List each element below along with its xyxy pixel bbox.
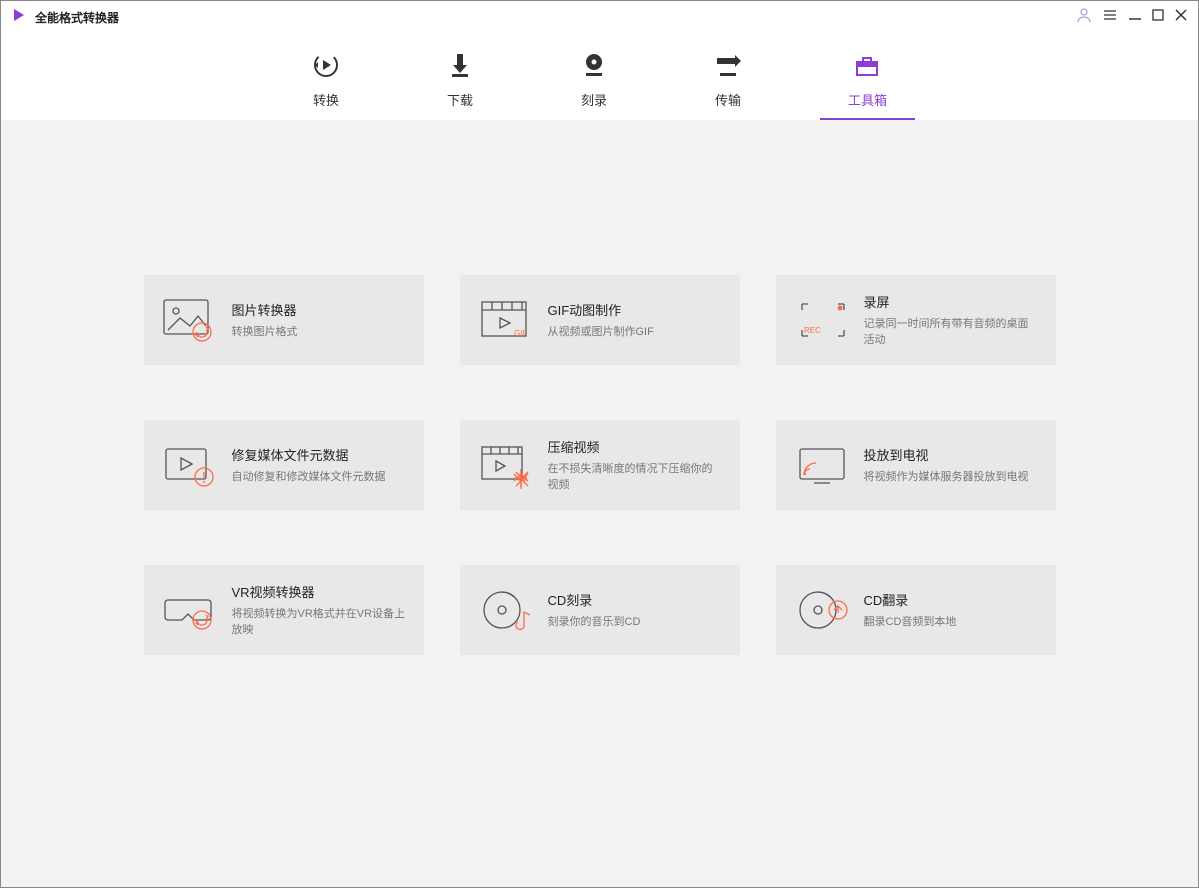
nav-toolbox[interactable]: 工具箱 (830, 33, 905, 120)
tool-title: CD刻录 (548, 590, 722, 609)
user-icon[interactable] (1076, 7, 1092, 28)
menu-icon[interactable] (1102, 7, 1118, 28)
tool-title: 图片转换器 (232, 300, 406, 319)
tool-vr-converter[interactable]: VR视频转换器 将视频转换为VR格式并在VR设备上放映 (144, 565, 424, 655)
image-converter-icon (162, 292, 218, 348)
tool-desc: 在不损失清晰度的情况下压缩你的视频 (548, 462, 722, 493)
app-logo-icon (11, 7, 27, 28)
svg-text:GIF: GIF (514, 329, 527, 338)
tool-desc: 刻录你的音乐到CD (548, 615, 722, 630)
tool-desc: 将视频转换为VR格式并在VR设备上放映 (232, 607, 406, 638)
nav-label: 刻录 (581, 90, 607, 109)
nav-transfer[interactable]: 传输 (696, 33, 760, 120)
top-nav: 转换 下载 刻录 传输 工具箱 (1, 33, 1198, 120)
window-controls (1076, 7, 1188, 28)
screen-recorder-icon: REC (794, 292, 850, 348)
tool-cd-rip[interactable]: CD翻录 翻录CD音频到本地 (776, 565, 1056, 655)
nav-label: 下载 (447, 90, 473, 109)
download-icon (446, 51, 474, 84)
compress-video-icon (478, 437, 534, 493)
content-area: 图片转换器 转换图片格式 GIF GIF动图制作 从视频或图片制作GIF REC (1, 120, 1198, 887)
nav-download[interactable]: 下载 (428, 33, 492, 120)
tool-title: 投放到电视 (864, 445, 1038, 464)
nav-label: 工具箱 (848, 90, 887, 109)
tool-desc: 将视频作为媒体服务器投放到电视 (864, 470, 1038, 485)
burn-icon (580, 51, 608, 84)
tool-desc: 翻录CD音频到本地 (864, 615, 1038, 630)
gif-maker-icon: GIF (478, 292, 534, 348)
tool-title: GIF动图制作 (548, 300, 722, 319)
tool-title: 修复媒体文件元数据 (232, 445, 406, 464)
app-title: 全能格式转换器 (35, 9, 119, 26)
tool-title: CD翻录 (864, 590, 1038, 609)
tool-fix-metadata[interactable]: 修复媒体文件元数据 自动修复和修改媒体文件元数据 (144, 420, 424, 510)
minimize-button[interactable] (1128, 8, 1142, 27)
fix-metadata-icon (162, 437, 218, 493)
transfer-icon (714, 51, 742, 84)
tool-desc: 自动修复和修改媒体文件元数据 (232, 470, 406, 485)
tool-title: VR视频转换器 (232, 582, 406, 601)
tool-cd-burn[interactable]: CD刻录 刻录你的音乐到CD (460, 565, 740, 655)
nav-label: 转换 (313, 90, 339, 109)
nav-label: 传输 (715, 90, 741, 109)
tool-image-converter[interactable]: 图片转换器 转换图片格式 (144, 275, 424, 365)
tool-desc: 从视频或图片制作GIF (548, 325, 722, 340)
titlebar: 全能格式转换器 (1, 1, 1198, 33)
cd-burn-icon (478, 582, 534, 638)
close-button[interactable] (1174, 8, 1188, 27)
svg-text:REC: REC (804, 326, 821, 335)
tool-cast-tv[interactable]: 投放到电视 将视频作为媒体服务器投放到电视 (776, 420, 1056, 510)
tool-gif-maker[interactable]: GIF GIF动图制作 从视频或图片制作GIF (460, 275, 740, 365)
nav-burn[interactable]: 刻录 (562, 33, 626, 120)
tool-screen-recorder[interactable]: REC 录屏 记录同一时间所有带有音频的桌面活动 (776, 275, 1056, 365)
tool-desc: 记录同一时间所有带有音频的桌面活动 (864, 317, 1038, 348)
cast-tv-icon (794, 437, 850, 493)
nav-convert[interactable]: 转换 (294, 33, 358, 120)
tool-title: 录屏 (864, 292, 1038, 311)
app-window: 全能格式转换器 转换 (0, 0, 1199, 888)
vr-converter-icon (162, 582, 218, 638)
convert-icon (312, 51, 340, 84)
maximize-button[interactable] (1152, 8, 1164, 26)
tool-title: 压缩视频 (548, 437, 722, 456)
tool-desc: 转换图片格式 (232, 325, 406, 340)
toolbox-icon (853, 51, 881, 84)
tool-compress-video[interactable]: 压缩视频 在不损失清晰度的情况下压缩你的视频 (460, 420, 740, 510)
cd-rip-icon (794, 582, 850, 638)
tools-grid: 图片转换器 转换图片格式 GIF GIF动图制作 从视频或图片制作GIF REC (144, 275, 1056, 887)
